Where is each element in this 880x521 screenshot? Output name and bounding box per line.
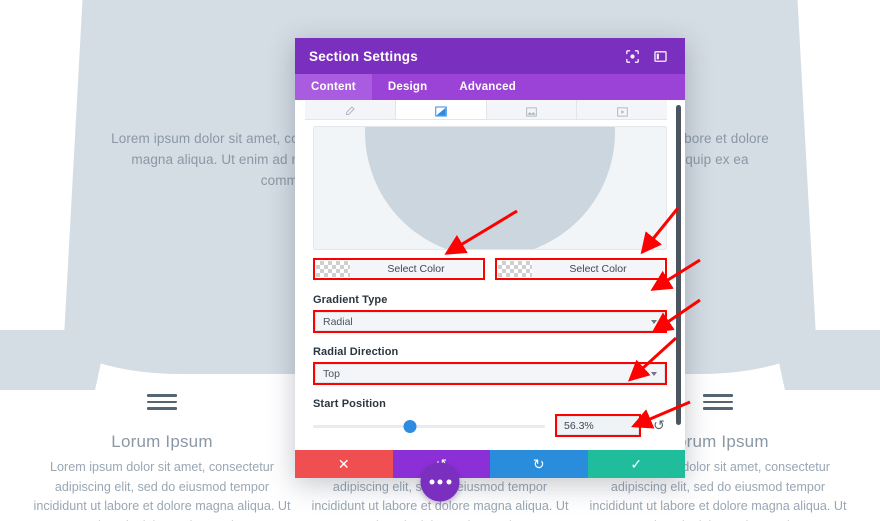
radial-direction-highlight: Top (313, 362, 667, 385)
end-position-label: End Position (313, 449, 667, 450)
start-position-label: Start Position (313, 398, 386, 410)
select-color-label[interactable]: Select Color (532, 261, 664, 277)
hamburger-lines-icon (703, 394, 733, 413)
chevron-down-icon (651, 371, 657, 376)
dot-icon (446, 479, 451, 485)
radial-direction-value: Top (323, 367, 340, 380)
gradient-type-highlight: Radial (313, 310, 667, 333)
tab-content[interactable]: Content (295, 74, 372, 100)
modal-footer: ✕ ↺ ↻ ✓ (295, 450, 685, 478)
modal-body: Select Color Select Color Gradient Type … (295, 100, 685, 450)
gradient-type-select[interactable]: Radial (315, 312, 665, 331)
settings-scroll-area: Select Color Select Color Gradient Type … (295, 120, 685, 450)
radial-direction-label: Radial Direction (313, 346, 399, 358)
discard-button[interactable]: ✕ (295, 450, 393, 478)
column-body: Lorem ipsum dolor sit amet, consectetur … (33, 460, 291, 521)
lower-shape-right (772, 330, 880, 390)
color-picker-icon[interactable] (305, 100, 396, 119)
slider-knob[interactable] (403, 419, 417, 433)
transparent-swatch-icon (316, 261, 350, 277)
transparent-swatch-icon (498, 261, 532, 277)
chevron-down-icon (651, 319, 657, 324)
tab-design[interactable]: Design (372, 74, 444, 100)
start-position-row: 56.3% ↺ (313, 414, 667, 437)
gradient-preview (313, 126, 667, 250)
image-icon[interactable] (486, 100, 578, 119)
slider-track (313, 424, 545, 428)
lower-shape-left (0, 330, 108, 390)
gradient-preview-radial (365, 127, 615, 249)
video-icon[interactable] (577, 100, 667, 119)
radial-direction-select[interactable]: Top (315, 364, 665, 383)
gradient-icon[interactable] (395, 100, 487, 119)
reset-icon[interactable]: ↺ (651, 417, 667, 434)
content-column: Lorum Ipsum Lorem ipsum dolor sit amet, … (28, 394, 296, 521)
modal-title: Section Settings (309, 48, 418, 64)
tab-advanced[interactable]: Advanced (443, 74, 532, 100)
gradient-type-value: Radial (323, 315, 353, 328)
start-position-highlight: 56.3% (555, 414, 641, 437)
select-color-label[interactable]: Select Color (350, 261, 482, 277)
section-settings-modal: Section Settings Content Design Advanced (295, 38, 685, 478)
dot-icon (429, 479, 434, 485)
start-position-slider[interactable] (313, 418, 545, 434)
page-settings-fab[interactable] (420, 462, 460, 502)
background-type-tabs (305, 100, 667, 120)
hamburger-lines-icon (147, 394, 177, 413)
dot-icon (437, 479, 443, 485)
redo-button[interactable]: ↻ (490, 450, 588, 478)
modal-tab-bar: Content Design Advanced (295, 74, 685, 100)
color-stop-two[interactable]: Select Color (495, 258, 667, 280)
focus-target-icon[interactable] (621, 45, 643, 67)
gradient-type-label: Gradient Type (313, 294, 388, 306)
modal-scrollbar[interactable] (676, 105, 681, 425)
color-stop-one[interactable]: Select Color (313, 258, 485, 280)
save-button[interactable]: ✓ (587, 450, 685, 478)
modal-header: Section Settings (295, 38, 685, 74)
column-title: Lorum Ipsum (111, 432, 213, 451)
color-stop-row: Select Color Select Color (313, 258, 667, 280)
screenshot-root: Lorem ipsum dolor sit amet, consectetur … (0, 0, 880, 521)
panel-layout-icon[interactable] (649, 45, 671, 67)
start-position-input[interactable]: 56.3% (557, 416, 639, 435)
